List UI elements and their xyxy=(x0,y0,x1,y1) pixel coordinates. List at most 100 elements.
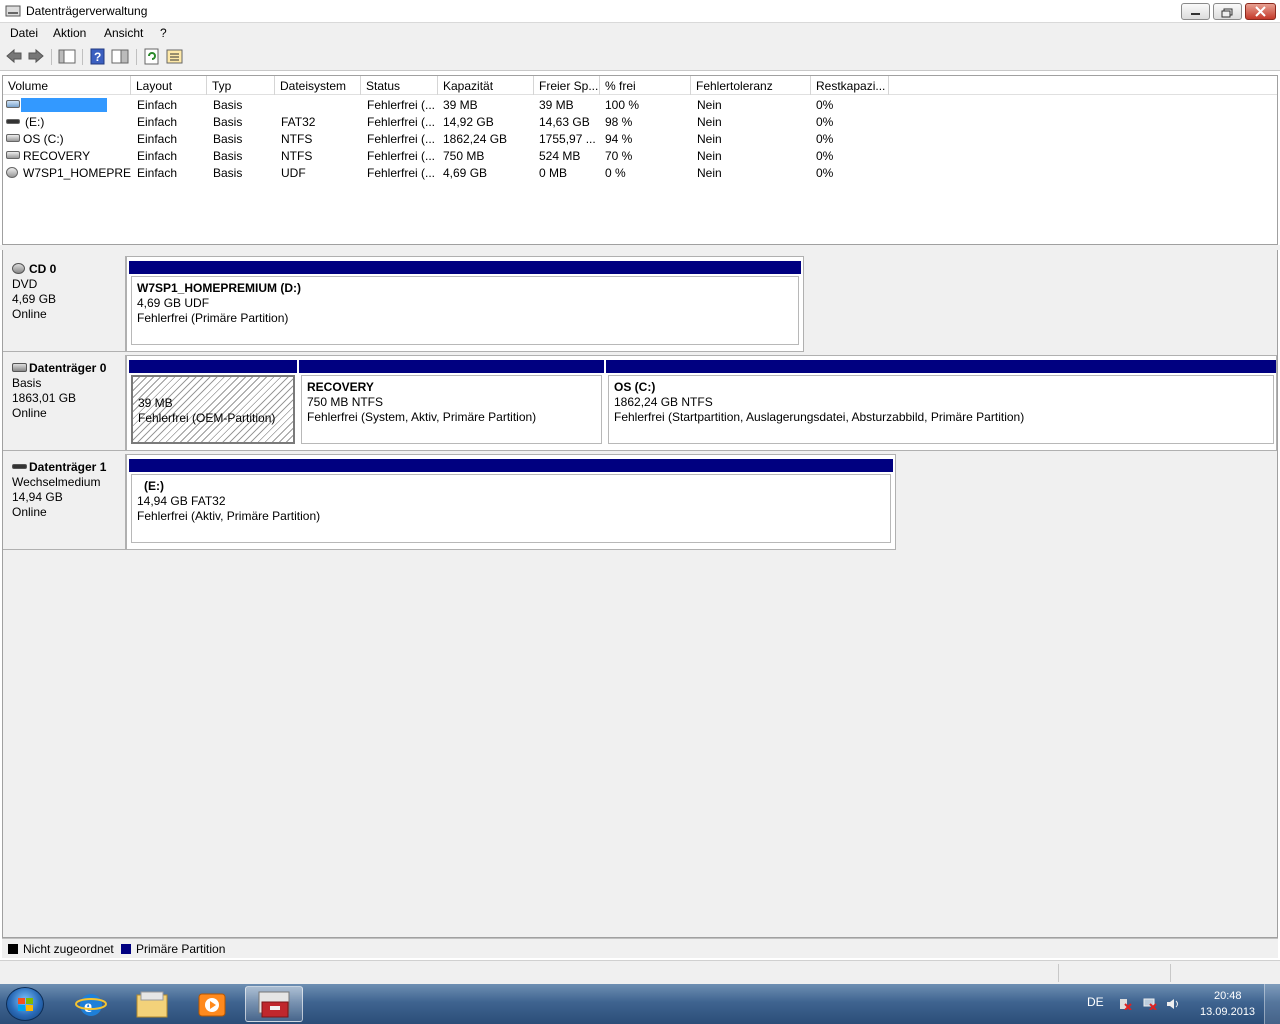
column-volume[interactable]: Volume xyxy=(3,76,131,95)
cell-freier-speicher: 1755,97 ... xyxy=(539,132,596,146)
primary-partition-bar xyxy=(129,459,893,472)
disk-name: Datenträger 0 xyxy=(12,361,125,376)
disk-size: 4,69 GB xyxy=(12,292,57,306)
menu-datei[interactable]: Datei xyxy=(10,26,38,40)
legend-primary: Primäre Partition xyxy=(136,942,226,956)
taskbar-explorer[interactable] xyxy=(123,986,181,1022)
language-indicator[interactable]: DE xyxy=(1087,995,1104,1009)
restore-button[interactable] xyxy=(1213,3,1242,20)
action-center-icon[interactable] xyxy=(1118,998,1132,1010)
cell-status: Fehlerfrei (... xyxy=(367,115,436,129)
forward-arrow-icon[interactable] xyxy=(27,48,45,65)
minimize-icon xyxy=(1191,13,1200,15)
primary-partition-bar xyxy=(299,360,604,373)
table-row[interactable]: (E:) Einfach Basis FAT32 Fehlerfrei (...… xyxy=(3,113,903,130)
cell-volume: (E:) xyxy=(25,115,45,129)
column-dateisystem[interactable]: Dateisystem xyxy=(275,76,361,95)
drive-icon xyxy=(6,100,20,108)
cell-prozent-frei: 94 % xyxy=(605,132,633,146)
partition-size: 39 MB xyxy=(138,396,173,410)
disk-body: 39 MB Fehlerfrei (OEM-Partition) RECOVER… xyxy=(126,355,1277,451)
table-row[interactable]: OS (C:) Einfach Basis NTFS Fehlerfrei (.… xyxy=(3,130,903,147)
refresh-icon[interactable] xyxy=(143,48,161,65)
cell-volume: RECOVERY xyxy=(23,149,91,163)
volume-icon[interactable] xyxy=(1166,998,1180,1010)
partition-recovery[interactable]: RECOVERY 750 MB NTFS Fehlerfrei (System,… xyxy=(299,360,604,444)
cell-layout: Einfach xyxy=(137,115,178,129)
partition-name: RECOVERY xyxy=(307,380,374,394)
minimize-button[interactable] xyxy=(1181,3,1210,20)
removable-drive-icon xyxy=(6,119,20,124)
menu-aktion[interactable]: Aktion xyxy=(53,26,86,40)
column-prozent-frei[interactable]: % frei xyxy=(600,76,691,95)
cell-layout: Einfach xyxy=(137,166,178,180)
cell-volume xyxy=(21,98,107,112)
column-typ[interactable]: Typ xyxy=(207,76,275,95)
partition-size: 14,94 GB FAT32 xyxy=(137,494,226,508)
restore-icon xyxy=(1221,8,1233,18)
cell-kapazitaet: 14,92 GB xyxy=(443,115,494,129)
table-row[interactable]: W7SP1_HOMEPRE... Einfach Basis UDF Fehle… xyxy=(3,164,903,181)
console-tree-icon[interactable] xyxy=(58,48,76,65)
taskbar-computer-management[interactable] xyxy=(245,986,303,1022)
column-freier-speicher[interactable]: Freier Sp... xyxy=(534,76,600,95)
title-bar: Datenträgerverwaltung xyxy=(0,0,1280,23)
settings-icon[interactable] xyxy=(166,48,184,65)
column-layout[interactable]: Layout xyxy=(131,76,207,95)
cell-fehlertoleranz: Nein xyxy=(697,166,722,180)
partition-size: 4,69 GB UDF xyxy=(137,296,210,310)
legend-unallocated: Nicht zugeordnet xyxy=(23,942,114,956)
start-button[interactable] xyxy=(6,987,44,1021)
partition-box: (E:) 14,94 GB FAT32 Fehlerfrei (Aktiv, P… xyxy=(131,474,891,543)
volume-list: Volume Layout Typ Dateisystem Status Kap… xyxy=(2,75,1278,245)
partition-e[interactable]: (E:) 14,94 GB FAT32 Fehlerfrei (Aktiv, P… xyxy=(129,459,893,543)
taskbar-internet-explorer[interactable]: e xyxy=(62,986,120,1022)
table-row[interactable]: RECOVERY Einfach Basis NTFS Fehlerfrei (… xyxy=(3,147,903,164)
clock-date[interactable]: 13.09.2013 xyxy=(1200,1006,1255,1018)
taskbar-media-player[interactable] xyxy=(184,986,242,1022)
disk-type: DVD xyxy=(12,277,38,291)
disk-area: CD 0 DVD 4,69 GB Online W7SP1_HOMEPREMIU… xyxy=(2,250,1278,938)
disk-type: Wechselmedium xyxy=(12,475,101,489)
partition-d[interactable]: W7SP1_HOMEPREMIUM (D:) 4,69 GB UDF Fehle… xyxy=(129,261,801,345)
partition-status: Fehlerfrei (Startpartition, Auslagerungs… xyxy=(614,410,1025,424)
partition-os[interactable]: OS (C:) 1862,24 GB NTFS Fehlerfrei (Star… xyxy=(606,360,1276,444)
column-status[interactable]: Status xyxy=(361,76,438,95)
cell-prozent-frei: 70 % xyxy=(605,149,633,163)
disk-name: Datenträger 1 xyxy=(12,460,125,475)
cell-kapazitaet: 4,69 GB xyxy=(443,166,488,180)
removable-disk-icon xyxy=(12,464,27,469)
hard-disk-icon xyxy=(12,363,27,372)
legend-swatch-unallocated xyxy=(8,944,18,954)
disk-body: W7SP1_HOMEPREMIUM (D:) 4,69 GB UDF Fehle… xyxy=(126,256,804,352)
network-icon[interactable] xyxy=(1143,998,1157,1010)
cell-fehlertoleranz: Nein xyxy=(697,149,722,163)
partition-oem[interactable]: 39 MB Fehlerfrei (OEM-Partition) xyxy=(129,360,297,444)
cell-typ: Basis xyxy=(213,166,243,180)
cell-dateisystem: UDF xyxy=(281,166,306,180)
show-desktop-button[interactable] xyxy=(1264,984,1280,1024)
close-button[interactable] xyxy=(1245,3,1276,20)
cell-kapazitaet: 39 MB xyxy=(443,98,478,112)
help-icon[interactable]: ? xyxy=(89,48,107,65)
disk-state: Online xyxy=(12,307,47,321)
cell-restkapazitaet: 0% xyxy=(816,166,834,180)
windows-logo-icon xyxy=(18,998,33,1011)
disk-label-cd0[interactable]: CD 0 DVD 4,69 GB Online xyxy=(3,256,126,352)
properties-icon[interactable] xyxy=(111,48,129,65)
disk-label-disk1[interactable]: Datenträger 1 Wechselmedium 14,94 GB Onl… xyxy=(3,454,126,550)
menu-ansicht[interactable]: Ansicht xyxy=(104,26,143,40)
column-fehlertoleranz[interactable]: Fehlertoleranz xyxy=(691,76,811,95)
disk-label-disk0[interactable]: Datenträger 0 Basis 1863,01 GB Online xyxy=(3,355,126,451)
table-row[interactable]: Einfach Basis Fehlerfrei (... 39 MB 39 M… xyxy=(3,96,903,113)
primary-partition-bar xyxy=(606,360,1276,373)
column-kapazitaet[interactable]: Kapazität xyxy=(438,76,534,95)
clock-time[interactable]: 20:48 xyxy=(1214,990,1242,1002)
partition-status: Fehlerfrei (OEM-Partition) xyxy=(138,411,276,425)
back-arrow-icon[interactable] xyxy=(5,48,23,65)
computer-management-icon xyxy=(258,991,290,1018)
column-restkapazitaet[interactable]: Restkapazi... xyxy=(811,76,889,95)
menu-help[interactable]: ? xyxy=(160,26,167,40)
cell-freier-speicher: 39 MB xyxy=(539,98,574,112)
disk-state: Online xyxy=(12,406,47,420)
